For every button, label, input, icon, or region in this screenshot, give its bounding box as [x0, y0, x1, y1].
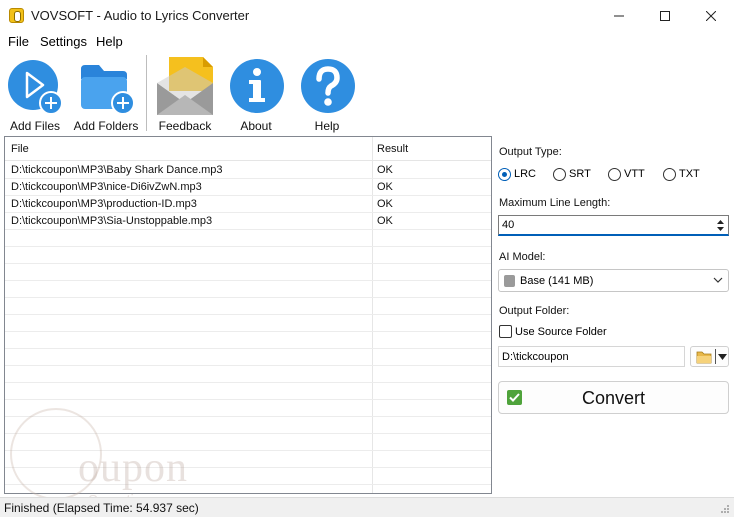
output-folder-value: D:\tickcoupon [502, 351, 569, 363]
use-source-folder-label: Use Source Folder [515, 325, 607, 338]
toolbar: Add Files Add Folders Feedback About Hel… [0, 51, 734, 135]
file-list[interactable]: File Result D:\tickcoupon\MP3\Baby Shark… [4, 136, 492, 494]
menu-file[interactable]: File [8, 34, 29, 49]
cell-file: D:\tickcoupon\MP3\production-ID.mp3 [11, 198, 197, 210]
add-files-label: Add Files [9, 119, 61, 133]
column-header-file[interactable]: File [11, 143, 29, 155]
status-bar: Finished (Elapsed Time: 54.937 sec) [0, 497, 734, 517]
empty-row [5, 366, 491, 383]
radio-button [663, 167, 676, 181]
empty-row [5, 247, 491, 264]
close-icon [706, 10, 716, 21]
cell-result: OK [377, 164, 393, 176]
radio-vtt-label: VTT [624, 168, 645, 180]
radio-srt-label: SRT [569, 168, 591, 180]
column-header-result[interactable]: Result [377, 143, 408, 155]
toolbar-separator [146, 55, 147, 131]
add-folders-button[interactable]: Add Folders [73, 55, 139, 135]
empty-row [5, 400, 491, 417]
empty-row [5, 315, 491, 332]
add-folders-icon [81, 65, 135, 115]
radio-vtt[interactable]: VTT [608, 167, 645, 181]
empty-row [5, 451, 491, 468]
radio-lrc[interactable]: LRC [498, 167, 536, 181]
radio-button-checked [498, 167, 511, 181]
cell-result: OK [377, 198, 393, 210]
app-icon [9, 8, 24, 23]
model-file-icon [504, 275, 515, 287]
ai-model-select[interactable]: Base (141 MB) [498, 269, 729, 292]
output-folder-input[interactable]: D:\tickcoupon [498, 346, 685, 367]
empty-row [5, 281, 491, 298]
feedback-button[interactable]: Feedback [152, 55, 218, 135]
chevron-down-icon [713, 277, 723, 283]
radio-lrc-label: LRC [514, 168, 537, 180]
empty-row [5, 383, 491, 400]
empty-row [5, 468, 491, 485]
menu-settings[interactable]: Settings [40, 34, 87, 49]
table-row[interactable]: D:\tickcoupon\MP3\Baby Shark Dance.mp3 O… [5, 162, 491, 179]
empty-row [5, 264, 491, 281]
radio-srt[interactable]: SRT [553, 167, 591, 181]
output-folder-label: Output Folder: [499, 305, 570, 317]
convert-label: Convert [581, 388, 646, 408]
envelope-icon [157, 57, 213, 115]
checkbox-box [499, 325, 512, 338]
browse-folder-button[interactable] [690, 346, 729, 367]
empty-row [5, 417, 491, 434]
help-label: Help [314, 119, 340, 133]
help-button[interactable]: Help [294, 55, 360, 135]
maximize-button[interactable] [642, 0, 688, 31]
cell-result: OK [377, 181, 393, 193]
convert-button[interactable]: Convert [498, 381, 729, 414]
table-row[interactable]: D:\tickcoupon\MP3\Sia-Unstoppable.mp3 OK [5, 213, 491, 230]
help-icon [301, 59, 355, 113]
cell-file: D:\tickcoupon\MP3\Sia-Unstoppable.mp3 [11, 215, 213, 227]
cell-result: OK [377, 215, 393, 227]
close-button[interactable] [688, 0, 734, 31]
empty-row [5, 434, 491, 451]
radio-button [553, 167, 566, 181]
add-files-button[interactable]: Add Files [2, 55, 68, 135]
output-type-label: Output Type: [499, 146, 562, 158]
title-bar: VOVSOFT - Audio to Lyrics Converter [0, 0, 734, 31]
status-text: Finished (Elapsed Time: 54.937 sec) [4, 501, 199, 515]
empty-row [5, 230, 491, 247]
ai-model-value: Base (141 MB) [520, 275, 594, 287]
add-folders-label: Add Folders [73, 119, 139, 133]
folder-icon [696, 351, 712, 364]
menu-bar: File Settings Help [0, 31, 734, 51]
window-title: VOVSOFT - Audio to Lyrics Converter [31, 8, 250, 23]
about-button[interactable]: About [223, 55, 289, 135]
max-line-length-label: Maximum Line Length: [499, 197, 611, 209]
empty-row [5, 349, 491, 366]
radio-txt[interactable]: TXT [663, 167, 700, 181]
maximize-icon [660, 10, 670, 21]
minimize-button[interactable] [596, 0, 642, 31]
feedback-label: Feedback [158, 119, 212, 133]
radio-txt-label: TXT [679, 168, 700, 180]
about-label: About [240, 119, 272, 133]
empty-row [5, 298, 491, 315]
info-icon [230, 59, 284, 113]
split-divider [715, 349, 716, 364]
table-row[interactable]: D:\tickcoupon\MP3\production-ID.mp3 OK [5, 196, 491, 213]
dropdown-arrow-icon[interactable] [718, 354, 727, 360]
radio-button [608, 167, 621, 181]
max-line-length-spinner[interactable]: 40 [498, 215, 729, 236]
minimize-icon [614, 15, 624, 16]
resize-grip-icon[interactable] [720, 504, 730, 514]
spinner-arrows-icon[interactable] [716, 218, 725, 233]
use-source-folder-checkbox[interactable]: Use Source Folder [499, 324, 607, 339]
cell-file: D:\tickcoupon\MP3\Baby Shark Dance.mp3 [11, 164, 223, 176]
empty-row [5, 332, 491, 349]
table-row[interactable]: D:\tickcoupon\MP3\nice-Di6ivZwN.mp3 OK [5, 179, 491, 196]
ai-model-label: AI Model: [499, 251, 546, 263]
list-header: File Result [5, 137, 491, 161]
add-files-icon [8, 60, 63, 115]
cell-file: D:\tickcoupon\MP3\nice-Di6ivZwN.mp3 [11, 181, 202, 193]
max-line-length-value: 40 [502, 219, 515, 231]
menu-help[interactable]: Help [96, 34, 123, 49]
